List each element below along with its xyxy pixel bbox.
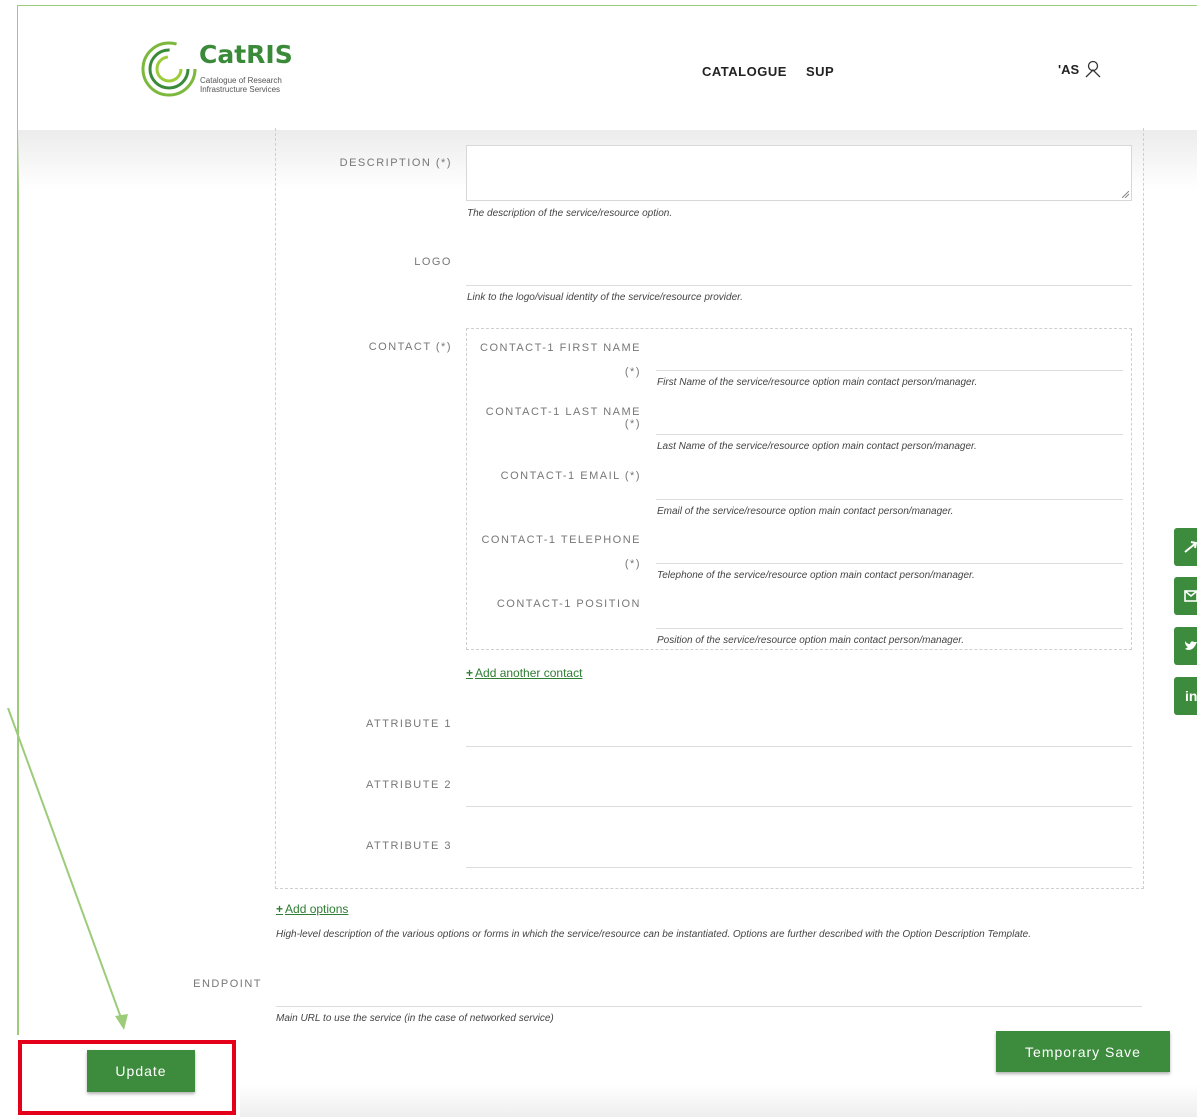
plus-icon: + bbox=[276, 902, 284, 916]
contact-telephone-label: CONTACT-1 TELEPHONE bbox=[481, 534, 641, 546]
bottom-shadow bbox=[240, 1085, 1197, 1117]
contact-position-help: Position of the service/resource option … bbox=[657, 635, 965, 646]
attribute-1-label: ATTRIBUTE 1 bbox=[366, 718, 452, 730]
logo-title: CatRIS bbox=[199, 40, 293, 69]
catris-logo[interactable]: CatRIS Catalogue of Research Infrastruct… bbox=[140, 40, 293, 100]
attribute-2-input[interactable] bbox=[466, 806, 1132, 807]
attribute-1-input[interactable] bbox=[466, 746, 1132, 747]
contact-email-label: CONTACT-1 EMAIL (*) bbox=[500, 470, 641, 482]
add-options-link[interactable]: + Add options bbox=[276, 902, 348, 916]
attribute-2-label: ATTRIBUTE 2 bbox=[366, 779, 452, 791]
contact-label: CONTACT (*) bbox=[368, 341, 452, 353]
contact-email-help: Email of the service/resource option mai… bbox=[657, 506, 954, 517]
logo-input[interactable] bbox=[466, 285, 1132, 286]
add-another-contact-link[interactable]: + Add another contact bbox=[466, 666, 582, 680]
contact-position-input[interactable] bbox=[656, 628, 1123, 629]
contact-last-name-help: Last Name of the service/resource option… bbox=[657, 441, 977, 452]
resize-handle-icon[interactable] bbox=[1122, 191, 1129, 198]
temporary-save-button[interactable]: Temporary Save bbox=[996, 1031, 1170, 1072]
nav-catalogue[interactable]: CATALOGUE bbox=[702, 64, 787, 79]
logo-subtitle: Catalogue of Research Infrastructure Ser… bbox=[200, 76, 282, 94]
twitter-button[interactable] bbox=[1174, 627, 1197, 665]
plus-icon: + bbox=[466, 666, 474, 680]
contact-telephone-input[interactable] bbox=[656, 563, 1123, 564]
options-help: High-level description of the various op… bbox=[276, 929, 1032, 940]
endpoint-input[interactable] bbox=[276, 1006, 1142, 1007]
contact-last-name-label: CONTACT-1 LAST NAME (*) bbox=[485, 406, 641, 430]
contact-first-name-label: CONTACT-1 FIRST NAME bbox=[480, 342, 641, 354]
description-help: The description of the service/resource … bbox=[467, 208, 673, 219]
add-another-contact-text: Add another contact bbox=[475, 666, 583, 680]
contact-position-label: CONTACT-1 POSITION bbox=[496, 598, 641, 610]
description-label: DESCRIPTION (*) bbox=[339, 157, 452, 169]
linkedin-button[interactable]: in bbox=[1174, 677, 1197, 715]
contact-telephone-help: Telephone of the service/resource option… bbox=[657, 570, 975, 581]
add-options-text: Add options bbox=[285, 902, 349, 916]
attribute-3-label: ATTRIBUTE 3 bbox=[366, 840, 452, 852]
contact-first-name-required: (*) bbox=[624, 366, 641, 378]
twitter-icon bbox=[1185, 641, 1197, 650]
contact-first-name-input[interactable] bbox=[656, 370, 1123, 371]
contact-email-input[interactable] bbox=[656, 499, 1123, 500]
linkedin-icon: in bbox=[1185, 688, 1197, 704]
share-button[interactable] bbox=[1174, 528, 1197, 566]
logo-help: Link to the logo/visual identity of the … bbox=[467, 292, 743, 303]
update-highlight-box bbox=[18, 1040, 236, 1115]
mail-button[interactable] bbox=[1174, 577, 1197, 615]
description-textarea[interactable] bbox=[466, 145, 1132, 201]
mail-icon bbox=[1184, 590, 1197, 602]
share-icon bbox=[1184, 541, 1197, 553]
attribute-3-input[interactable] bbox=[466, 867, 1132, 868]
nav-support[interactable]: SUP bbox=[806, 64, 834, 79]
contact-first-name-help: First Name of the service/resource optio… bbox=[657, 377, 978, 388]
catris-logo-icon bbox=[141, 41, 197, 97]
endpoint-help: Main URL to use the service (in the case… bbox=[276, 1013, 554, 1024]
annotation-arrow bbox=[7, 708, 128, 1030]
user-icon[interactable] bbox=[1085, 60, 1101, 78]
contact-telephone-required: (*) bbox=[624, 558, 641, 570]
contact-last-name-input[interactable] bbox=[656, 434, 1123, 435]
user-name[interactable]: 'AS bbox=[1058, 62, 1079, 77]
logo-label: LOGO bbox=[414, 256, 452, 268]
